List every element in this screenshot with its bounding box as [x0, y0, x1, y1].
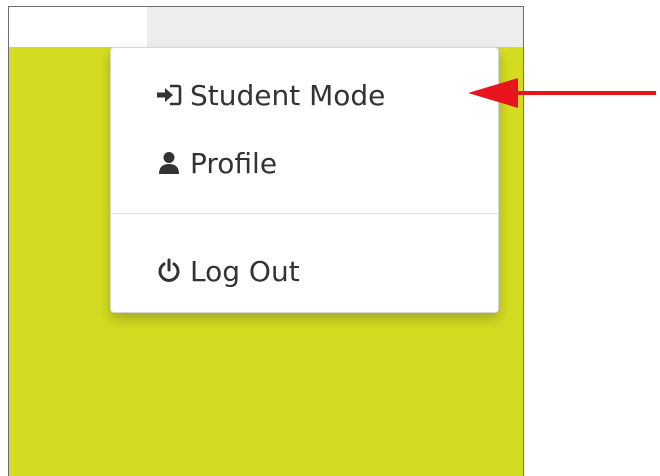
top-bar [9, 7, 523, 47]
sign-in-icon [155, 81, 183, 109]
user-icon [155, 149, 183, 177]
user-dropdown-menu: Student Mode Profile Log Out [110, 47, 499, 313]
log-out-label: Log Out [190, 254, 300, 288]
screenshot-canvas: Student Mode Profile Log Out [0, 0, 660, 476]
menu-divider [111, 213, 498, 214]
student-mode-label: Student Mode [190, 78, 386, 112]
red-arrow-annotation [468, 78, 656, 108]
profile-label: Profile [190, 146, 278, 180]
profile-menu-item[interactable]: Profile [111, 136, 498, 190]
log-out-menu-item[interactable]: Log Out [111, 244, 498, 298]
power-icon [155, 257, 183, 285]
top-bar-tab[interactable] [9, 7, 147, 47]
student-mode-menu-item[interactable]: Student Mode [111, 68, 498, 122]
